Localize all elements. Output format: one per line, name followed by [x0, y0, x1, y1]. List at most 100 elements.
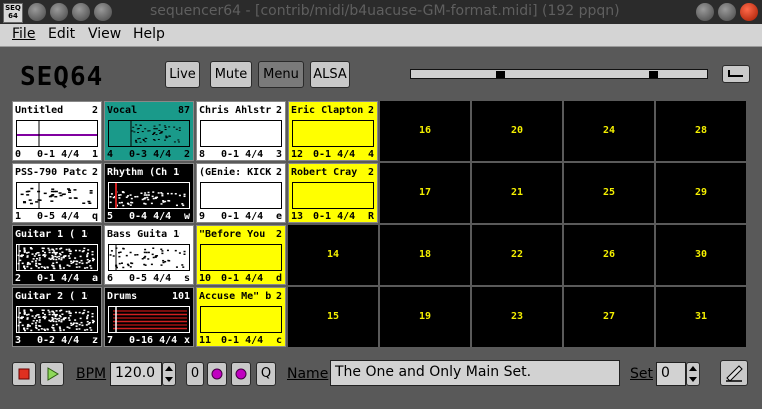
pattern-slot[interactable]: (GEnie: KICK 2 9 0-1 4/4 e [196, 163, 286, 223]
pattern-slot[interactable]: Accuse Me" b 2 11 0-1 4/4 c [196, 287, 286, 347]
app-icon: SEQ 64 [3, 3, 23, 23]
pattern-hotkey: R [367, 211, 374, 222]
pattern-slot[interactable]: Drums 101 7 0-16 4/4 x [104, 287, 194, 347]
pattern-length: 0-1 4/4 [221, 149, 264, 160]
pattern-slot[interactable]: Rhythm (Ch 102 5 0-4 4/4 w [104, 163, 194, 223]
mark-button-2[interactable] [231, 362, 251, 386]
slot-number: 20 [510, 125, 524, 136]
pattern-slot[interactable]: Untitled 2 0 0-1 4/4 1 [12, 101, 102, 161]
position-slider[interactable] [410, 69, 708, 79]
pattern-slot[interactable]: Chris Ahlstr 2 8 0-1 4/4 3 [196, 101, 286, 161]
pattern-box [108, 306, 190, 333]
menu-file[interactable]: File [12, 26, 35, 42]
pattern-name: "Before You [199, 229, 266, 240]
set-spinbox[interactable]: 0 [656, 362, 686, 386]
pattern-hotkey: 3 [275, 149, 282, 160]
empty-slot[interactable]: 29 [656, 163, 746, 223]
menu-view[interactable]: View [88, 26, 121, 42]
pattern-slot[interactable]: Bass Guita 100 6 0-5 4/4 s [104, 225, 194, 285]
pattern-length: 0-1 4/4 [313, 149, 356, 160]
minimize-button[interactable] [696, 3, 714, 21]
pattern-slot[interactable]: PSS-790 Patc 2 1 0-5 4/4 q [12, 163, 102, 223]
pattern-grid: Untitled 2 0 0-1 4/4 1 PSS-790 Patc 2 1 0-5 4/4 q… [12, 101, 746, 349]
pattern-number: 5 [107, 211, 114, 222]
pattern-slot[interactable]: "Before You 2 10 0-1 4/4 d [196, 225, 286, 285]
mute-button[interactable]: Mute [210, 61, 252, 88]
pattern-name: Robert Cray [291, 167, 358, 178]
pattern-length: 0-5 4/4 [37, 211, 80, 222]
pattern-name: Bass Guita 100 [107, 229, 180, 240]
empty-slot[interactable]: 22 [472, 225, 562, 285]
set-stepper[interactable] [686, 362, 700, 386]
empty-slot[interactable]: 25 [564, 163, 654, 223]
menu-help[interactable]: Help [133, 26, 165, 42]
slot-number: 17 [418, 187, 432, 198]
empty-slot[interactable]: 18 [380, 225, 470, 285]
pattern-length: 0-1 4/4 [313, 211, 356, 222]
pattern-slot[interactable]: Guitar 1 ( 101 2 0-1 4/4 a [12, 225, 102, 285]
empty-slot[interactable]: 17 [380, 163, 470, 223]
pattern-number: 13 [291, 211, 304, 222]
pattern-slot[interactable]: Robert Cray 2 13 0-1 4/4 R [288, 163, 378, 223]
slider-knob-right[interactable] [649, 71, 658, 78]
pattern-channel: 2 [367, 167, 374, 178]
stop-button[interactable] [12, 362, 36, 386]
maximize-button[interactable] [718, 3, 736, 21]
edit-set-button[interactable] [720, 360, 748, 386]
set-name-input[interactable]: The One and Only Main Set. [330, 360, 620, 386]
empty-slot[interactable]: 27 [564, 287, 654, 347]
stop-icon [18, 368, 30, 380]
empty-slot[interactable]: 31 [656, 287, 746, 347]
play-button[interactable] [40, 362, 64, 386]
bpm-stepper[interactable] [162, 362, 176, 386]
pattern-box [200, 244, 282, 271]
empty-slot[interactable]: 28 [656, 101, 746, 161]
slot-number: 29 [694, 187, 708, 198]
pattern-slot[interactable]: Eric Clapton 2 12 0-1 4/4 4 [288, 101, 378, 161]
pattern-hotkey: x [183, 335, 190, 346]
pattern-box [108, 120, 190, 147]
empty-slot[interactable]: 23 [472, 287, 562, 347]
window-button-2[interactable] [50, 3, 68, 21]
pattern-slot[interactable]: Guitar 2 ( 101 3 0-2 4/4 z [12, 287, 102, 347]
empty-slot[interactable]: 26 [564, 225, 654, 285]
pattern-length: 0-4 4/4 [129, 211, 172, 222]
empty-slot[interactable]: 16 [380, 101, 470, 161]
pattern-channel: 2 [275, 229, 282, 240]
slot-number: 26 [602, 249, 616, 260]
bpm-spinbox[interactable]: 120.0 [110, 362, 162, 386]
menu-button[interactable]: Menu [258, 61, 304, 88]
pattern-channel: 87 [177, 105, 190, 116]
empty-slot[interactable]: 20 [472, 101, 562, 161]
pattern-hotkey: 1 [91, 149, 98, 160]
pattern-slot[interactable]: Vocal 87 4 0-3 4/4 2 [104, 101, 194, 161]
empty-slot[interactable]: 19 [380, 287, 470, 347]
pattern-box [292, 120, 374, 147]
empty-slot[interactable]: 21 [472, 163, 562, 223]
live-button[interactable]: Live [165, 61, 200, 88]
empty-slot[interactable]: 30 [656, 225, 746, 285]
window-button-1[interactable] [28, 3, 46, 21]
pattern-hotkey: 2 [183, 149, 190, 160]
pattern-preview [17, 121, 97, 146]
pattern-length: 0-16 4/4 [129, 335, 178, 346]
pattern-hotkey: e [275, 211, 282, 222]
collapse-button[interactable] [722, 65, 750, 83]
window-button-3[interactable] [72, 3, 90, 21]
empty-slot[interactable]: 15 [288, 287, 378, 347]
tap-zero-button[interactable]: 0 [186, 362, 204, 386]
window-button-4[interactable] [94, 3, 112, 21]
pattern-length: 0-2 4/4 [37, 335, 80, 346]
menu-edit[interactable]: Edit [48, 26, 75, 42]
pattern-box [16, 120, 98, 147]
close-button[interactable] [740, 3, 758, 21]
alsa-button[interactable]: ALSA [310, 61, 350, 88]
pattern-name: Accuse Me" b [199, 291, 272, 302]
mark-button-1[interactable] [207, 362, 227, 386]
empty-slot[interactable]: 14 [288, 225, 378, 285]
empty-slot[interactable]: 24 [564, 101, 654, 161]
queue-button[interactable]: Q [256, 362, 276, 386]
slot-number: 18 [418, 249, 432, 260]
pattern-channel: 2 [275, 105, 282, 116]
slider-knob-left[interactable] [496, 71, 505, 78]
